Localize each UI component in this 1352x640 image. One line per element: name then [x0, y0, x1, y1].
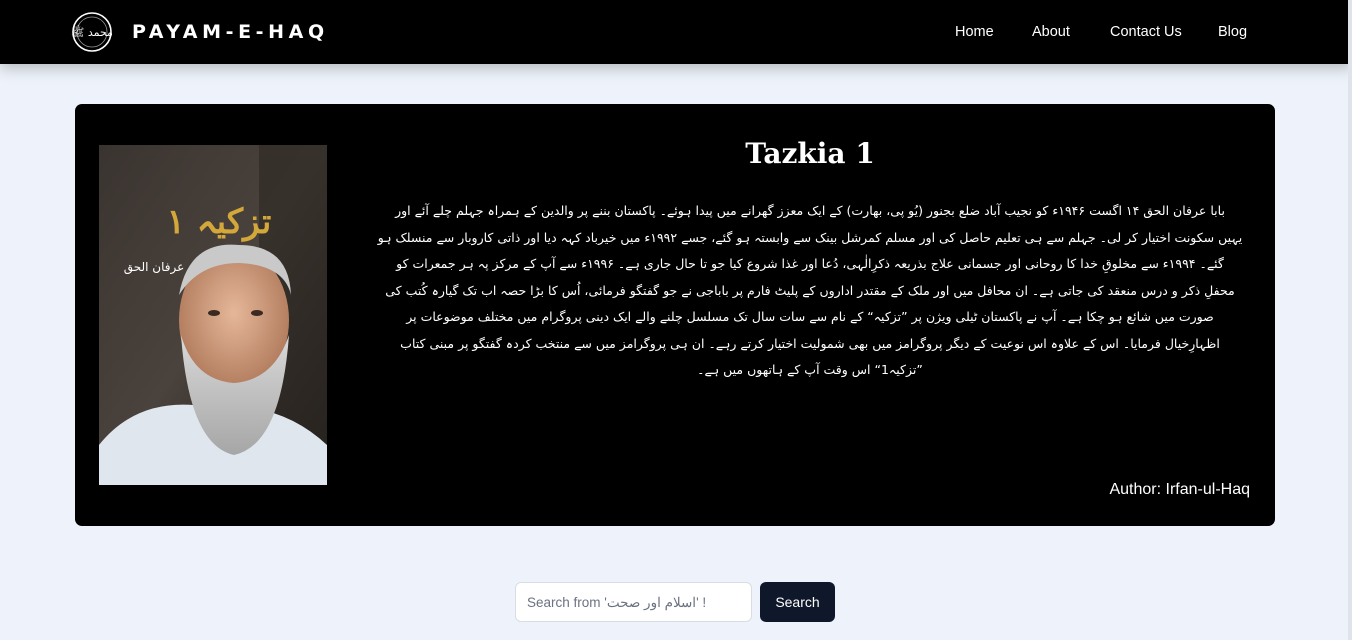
brand-name[interactable]: PAYAM-E-HAQ [132, 19, 329, 45]
nav-contact-link[interactable]: Contact Us [1110, 22, 1182, 42]
description-line: اظہارِخیال فرمایا۔ اس کے علاوہ اس نوعیت … [400, 335, 1220, 351]
brand-logo[interactable]: محمد ﷺ [70, 10, 114, 54]
description-line: بابا عرفان الحق ۱۴ اگست ۱۹۴۶ء کو نجیب آب… [395, 203, 1225, 218]
book-description: بابا عرفان الحق ۱۴ اگست ۱۹۴۶ء کو نجیب آب… [367, 198, 1253, 384]
description-line: یہیں سکونت اختیار کر لی۔ جہلم سے ہی تعلی… [377, 229, 1243, 245]
search-button[interactable]: Search [760, 582, 835, 622]
nav-about-link[interactable]: About [1032, 22, 1070, 42]
description-line: ”تزکیہ1“ اس وقت آپ کے ہاتھوں میں ہے۔ [697, 362, 923, 377]
cover-author: عرفان الحق [124, 260, 185, 275]
book-author: Author: Irfan-ul-Haq [1109, 481, 1250, 498]
book-card: تزکیہ ۱ عرفان الحق Tazkia 1 بابا عرفان ا… [75, 104, 1275, 526]
description-line: محفلِ ذکر و درس منعقد کی جاتی ہے۔ ان محا… [385, 282, 1235, 298]
logo-calligraphy: محمد ﷺ [71, 24, 113, 39]
description-line: صورت میں شائع ہو چکا ہے۔ آپ نے پاکستان ٹ… [406, 309, 1214, 324]
nav-home-link[interactable]: Home [955, 22, 994, 42]
cover-title: تزکیہ ۱ [167, 202, 272, 242]
navbar: محمد ﷺ PAYAM-E-HAQ Home About Contact Us… [0, 0, 1352, 64]
nav-blog-link[interactable]: Blog [1218, 22, 1247, 42]
page-scrollbar[interactable] [1348, 0, 1352, 640]
book-title: Tazkia 1 [745, 137, 875, 170]
description-line: گئے۔ ۱۹۹۴ء سے مخلوقِ خدا کا روحانی اور ج… [396, 256, 1224, 271]
book-cover-image: تزکیہ ۱ عرفان الحق [99, 145, 327, 485]
search-input[interactable] [515, 582, 752, 622]
